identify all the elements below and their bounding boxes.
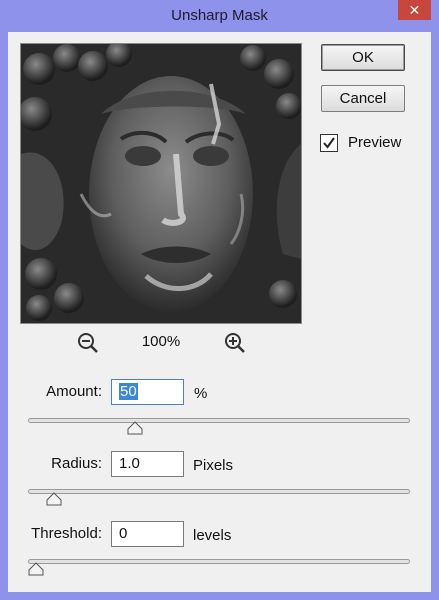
radius-slider-thumb[interactable] [46,492,62,506]
check-icon [323,137,335,149]
threshold-field[interactable]: 0 [111,521,184,547]
threshold-label: Threshold: [31,525,102,542]
statue-face-image [21,44,301,323]
zoom-level: 100% [141,333,181,350]
amount-unit: % [194,385,208,402]
amount-value: 50 [119,383,138,400]
amount-slider-track[interactable] [28,418,410,423]
cancel-button[interactable]: Cancel [321,85,405,112]
close-button[interactable]: ✕ [398,0,431,20]
preview-label: Preview [348,134,402,151]
radius-slider-track[interactable] [28,489,410,494]
title-bar: Unsharp Mask ✕ [0,0,439,32]
zoom-out-icon[interactable] [77,332,99,354]
radius-field[interactable]: 1.0 [111,451,184,477]
threshold-slider-thumb[interactable] [28,562,44,576]
threshold-unit: levels [193,527,232,544]
dialog-body: OK Cancel Preview 100% Amount: 50 % Radi… [8,32,431,592]
threshold-slider-track[interactable] [28,559,410,564]
window-title: Unsharp Mask [171,7,268,24]
radius-unit: Pixels [193,457,234,474]
ok-button[interactable]: OK [321,44,405,71]
amount-label: Amount: [46,383,102,400]
unsharp-mask-dialog: Unsharp Mask ✕ OK Cancel Preview 100% Am… [0,0,439,600]
amount-field[interactable]: 50 [111,379,184,405]
radius-label: Radius: [51,455,102,472]
preview-checkbox[interactable] [320,134,338,152]
amount-slider-thumb[interactable] [127,421,143,435]
preview-image[interactable] [20,43,302,324]
zoom-in-icon[interactable] [224,332,246,354]
